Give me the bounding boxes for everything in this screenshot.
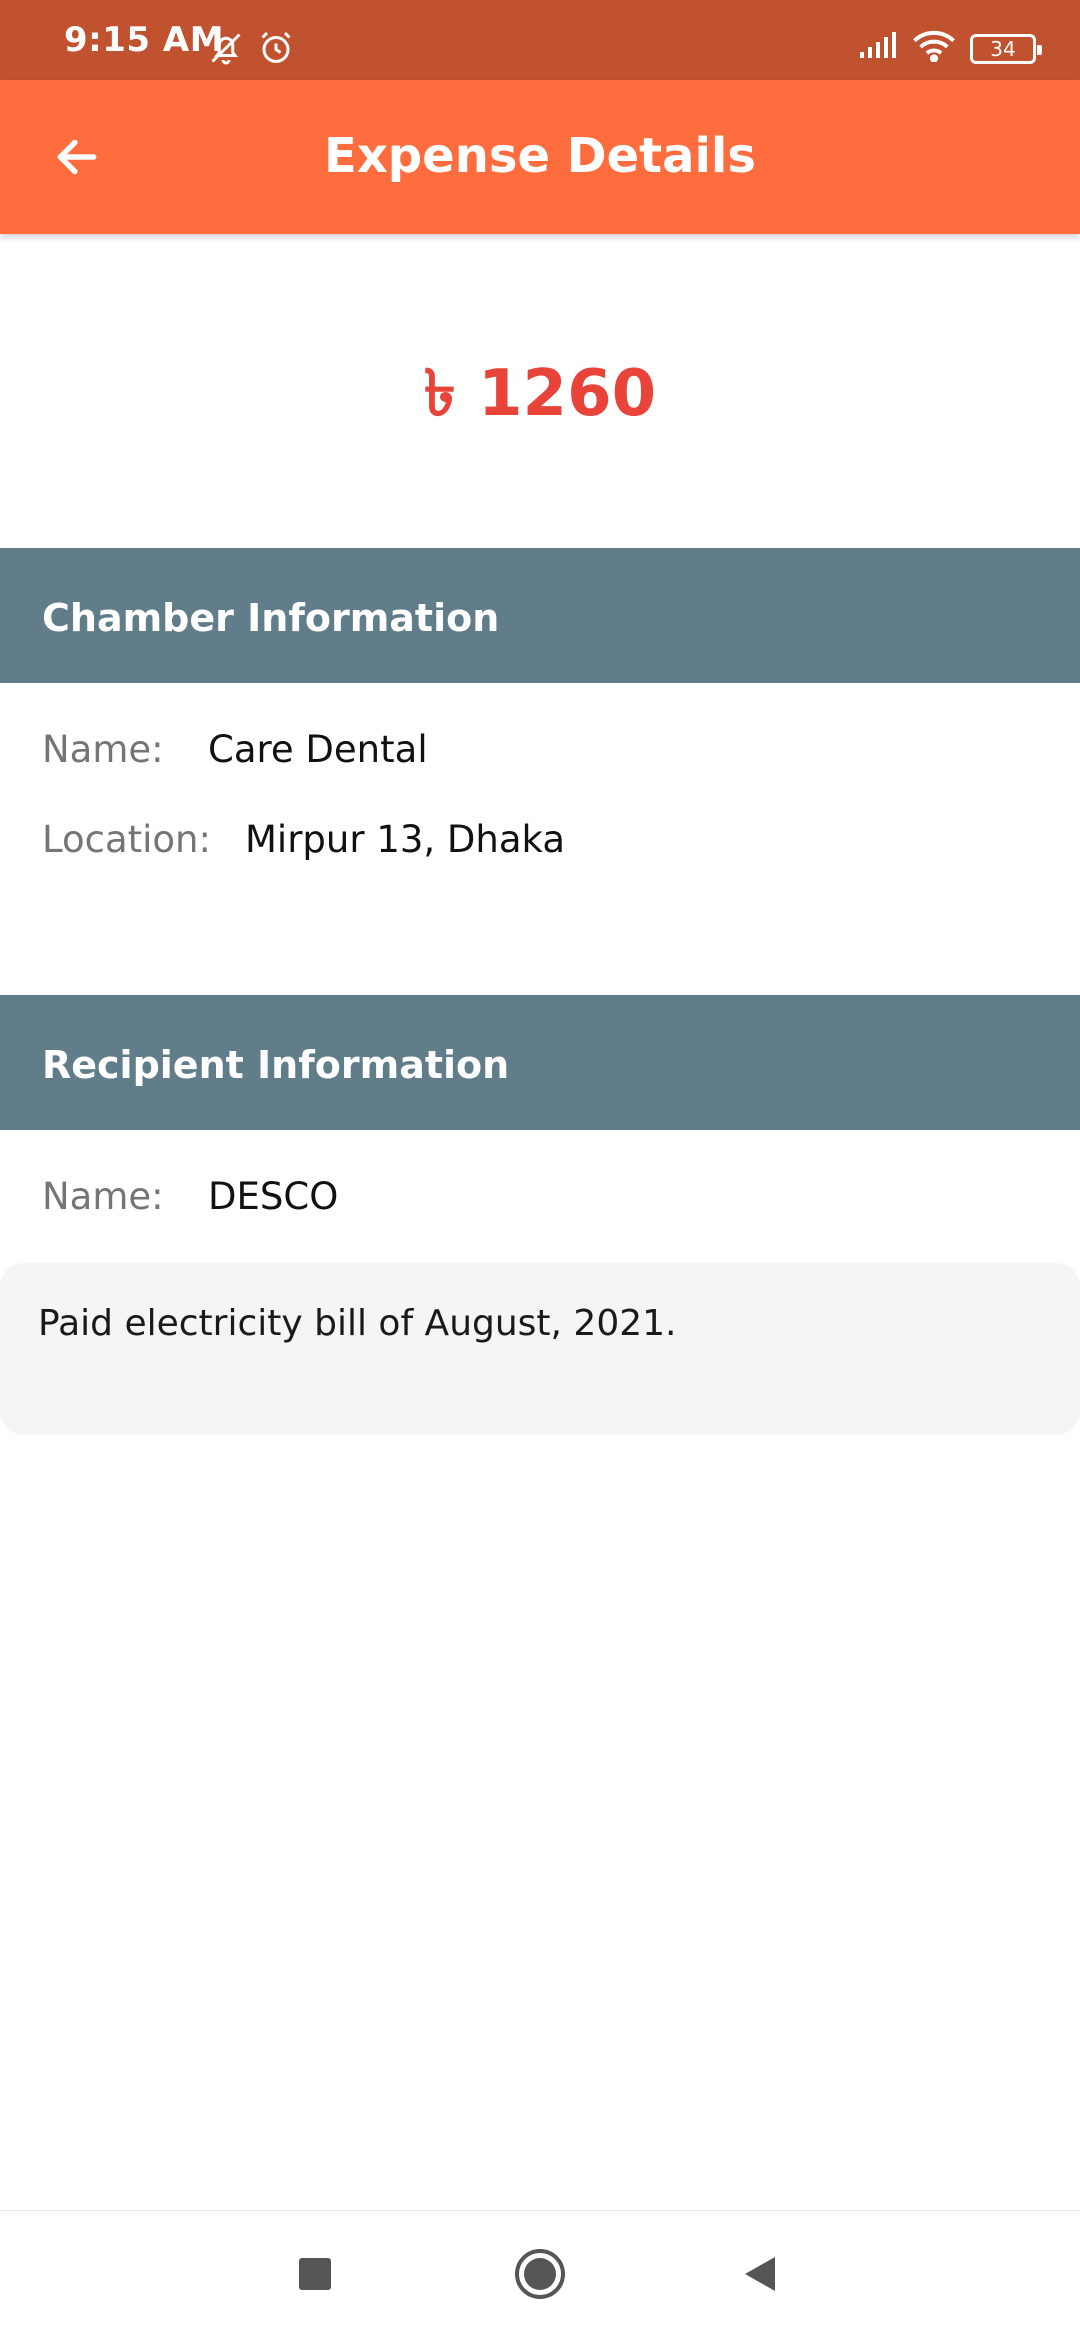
recipient-info-header: Recipient Information [0,995,1080,1130]
recipient-name-row: Name: DESCO [42,1175,338,1218]
note-text: Paid electricity bill of August, 2021. [38,1303,677,1344]
chamber-location-label: Location: [42,818,211,861]
status-bar: 9:15 AM 34 [0,0,1080,80]
app-bar: Expense Details [0,80,1080,234]
home-circle-icon [513,2247,567,2306]
chamber-name-row: Name: Care Dental [42,728,428,771]
recipient-name-label: Name: [42,1175,164,1218]
note-box: Paid electricity bill of August, 2021. [0,1263,1080,1435]
chamber-location-value: Mirpur 13, Dhaka [245,818,565,861]
wifi-icon [912,30,956,67]
signal-icon [858,32,898,65]
chamber-name-label: Name: [42,728,164,771]
chamber-info-header: Chamber Information [0,548,1080,683]
status-time: 9:15 AM [64,20,225,60]
battery-level: 34 [990,36,1016,61]
page-title: Expense Details [324,128,756,184]
recipient-info-title: Recipient Information [42,1043,510,1087]
mute-icon [208,30,244,71]
recents-button[interactable] [280,2241,350,2311]
system-back-button[interactable] [726,2241,796,2311]
expense-amount: ৳ 1260 [423,357,657,431]
recents-square-icon [299,2257,331,2295]
alarm-icon [258,30,294,71]
back-triangle-icon [741,2254,781,2299]
chamber-info-title: Chamber Information [42,596,500,640]
home-button[interactable] [505,2241,575,2311]
recipient-name-value: DESCO [208,1175,339,1218]
battery-icon: 34 [970,33,1042,64]
chamber-name-value: Care Dental [208,728,428,771]
chamber-location-row: Location: Mirpur 13, Dhaka [42,818,565,861]
system-nav-bar [0,2210,1080,2340]
